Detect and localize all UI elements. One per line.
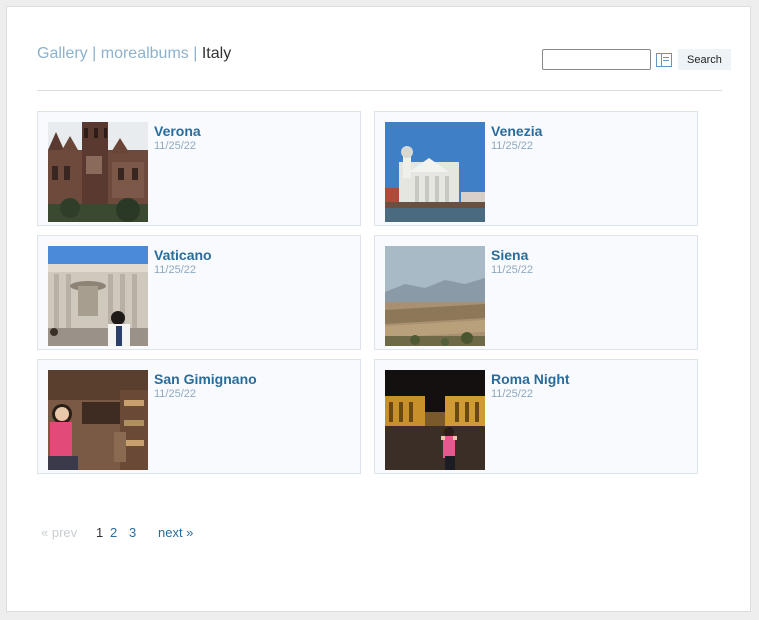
album-card-venezia: Venezia 11/25/22 xyxy=(374,111,698,226)
breadcrumb-albums-link[interactable]: morealbums xyxy=(101,45,189,62)
album-date: 11/25/22 xyxy=(491,140,534,152)
album-thumbnail-san-gimignano[interactable] xyxy=(48,370,148,470)
album-thumbnail-verona[interactable] xyxy=(48,122,148,222)
search-options-icon[interactable] xyxy=(656,52,672,67)
pagination-page-2[interactable]: 2 xyxy=(110,525,117,540)
album-title[interactable]: Venezia xyxy=(491,123,542,139)
album-thumbnail-venezia[interactable] xyxy=(385,122,485,222)
breadcrumb-separator: | xyxy=(193,45,198,62)
pagination-page-3[interactable]: 3 xyxy=(129,525,136,540)
album-card-verona: Verona 11/25/22 xyxy=(37,111,361,226)
album-title[interactable]: San Gimignano xyxy=(154,371,257,387)
album-title[interactable]: Siena xyxy=(491,247,528,263)
album-date: 11/25/22 xyxy=(491,264,534,276)
album-title[interactable]: Vaticano xyxy=(154,247,212,263)
album-card-san-gimignano: San Gimignano 11/25/22 xyxy=(37,359,361,474)
album-card-siena: Siena 11/25/22 xyxy=(374,235,698,350)
breadcrumb-separator: | xyxy=(92,45,97,62)
pagination-page-1: 1 xyxy=(96,525,104,540)
pagination-next[interactable]: next » xyxy=(158,525,193,540)
search-box: Search xyxy=(542,49,731,70)
album-card-vaticano: Vaticano 11/25/22 xyxy=(37,235,361,350)
breadcrumb-gallery-link[interactable]: Gallery xyxy=(37,45,88,62)
gallery-page: Gallery | morealbums | Italy Search Vero… xyxy=(6,6,751,612)
header-divider xyxy=(37,90,722,91)
album-date: 11/25/22 xyxy=(491,388,534,400)
pagination-prev: « prev xyxy=(41,525,78,540)
album-thumbnail-vaticano[interactable] xyxy=(48,246,148,346)
album-card-roma-night: Roma Night 11/25/22 xyxy=(374,359,698,474)
album-title[interactable]: Roma Night xyxy=(491,371,570,387)
breadcrumb-current: Italy xyxy=(201,45,232,62)
search-input[interactable] xyxy=(542,49,651,70)
album-thumbnail-roma-night[interactable] xyxy=(385,370,485,470)
album-date: 11/25/22 xyxy=(154,264,197,276)
album-date: 11/25/22 xyxy=(154,388,197,400)
album-thumbnail-siena[interactable] xyxy=(385,246,485,346)
album-date: 11/25/22 xyxy=(154,140,197,152)
search-button[interactable]: Search xyxy=(678,49,731,70)
album-title[interactable]: Verona xyxy=(154,123,201,139)
breadcrumb: Gallery | morealbums | Italy xyxy=(37,45,231,63)
